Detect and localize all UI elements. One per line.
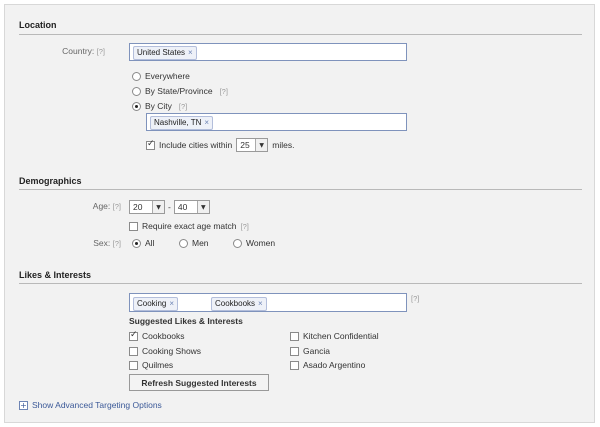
everywhere-option[interactable]: Everywhere	[132, 71, 190, 81]
include-cities-row: Include cities within 25▼ miles.	[146, 138, 294, 152]
sex-men-option[interactable]: Men	[179, 238, 209, 248]
suggested-checkbox[interactable]	[290, 346, 299, 356]
city-token-remove-icon[interactable]: ×	[204, 118, 209, 127]
interest-token: Cookbooks ×	[211, 297, 267, 311]
exact-age-checkbox[interactable]	[129, 221, 138, 231]
suggested-item[interactable]: Cookbooks	[129, 330, 185, 341]
suggested-checkbox[interactable]	[290, 360, 299, 370]
sex-women-option[interactable]: Women	[233, 238, 275, 248]
demographics-section-title: Demographics	[19, 176, 82, 186]
sex-all-option[interactable]: All	[132, 238, 154, 248]
sex-label: Sex: [?]	[93, 238, 121, 248]
miles-select[interactable]: 25 ▼	[236, 138, 269, 152]
chevron-down-icon: ▼	[255, 139, 268, 151]
suggested-checkbox[interactable]	[129, 346, 138, 356]
suggested-checkbox[interactable]	[129, 330, 138, 341]
city-input[interactable]: Nashville, TN ×	[146, 113, 407, 131]
country-token: United States ×	[133, 46, 197, 60]
exact-age-help-link[interactable]: [?]	[241, 222, 249, 231]
age-min-select[interactable]: 20 ▼	[129, 200, 165, 214]
country-label: Country: [?]	[62, 46, 105, 56]
interests-input[interactable]: Cooking × Cookbooks ×	[129, 293, 407, 312]
suggested-item[interactable]: Cooking Shows	[129, 346, 201, 356]
advanced-targeting-link[interactable]: + Show Advanced Targeting Options	[19, 400, 162, 410]
country-token-remove-icon[interactable]: ×	[188, 48, 193, 57]
location-divider	[19, 34, 582, 35]
sex-men-radio[interactable]	[179, 238, 188, 248]
country-help-link[interactable]: [?]	[97, 47, 105, 56]
sex-help-link[interactable]: [?]	[113, 239, 121, 248]
country-input[interactable]: United States ×	[129, 43, 407, 61]
everywhere-radio[interactable]	[132, 71, 141, 81]
chevron-down-icon: ▼	[196, 201, 209, 213]
interests-help-link[interactable]: [?]	[411, 294, 419, 303]
age-help-link[interactable]: [?]	[113, 202, 121, 211]
suggested-checkbox[interactable]	[129, 360, 138, 370]
sex-women-radio[interactable]	[233, 238, 242, 248]
refresh-suggested-button[interactable]: Refresh Suggested Interests	[129, 374, 269, 391]
suggested-title: Suggested Likes & Interests	[129, 316, 243, 326]
interests-section-title: Likes & Interests	[19, 270, 92, 280]
suggested-item[interactable]: Asado Argentino	[290, 360, 365, 370]
age-label: Age: [?]	[92, 201, 121, 211]
interest-token: Cooking ×	[133, 297, 179, 311]
exact-age-row: Require exact age match [?]	[129, 221, 249, 231]
by-state-option[interactable]: By State/Province [?]	[132, 86, 228, 96]
by-city-option[interactable]: By City [?]	[132, 101, 187, 111]
interest-token-remove-icon[interactable]: ×	[258, 299, 263, 308]
by-state-radio[interactable]	[132, 86, 141, 96]
include-cities-checkbox[interactable]	[146, 139, 155, 150]
sex-all-radio[interactable]	[132, 238, 141, 248]
targeting-panel: Location Country: [?] United States × Eve…	[4, 4, 595, 423]
by-state-help-link[interactable]: [?]	[220, 87, 228, 96]
location-section-title: Location	[19, 20, 57, 30]
suggested-item[interactable]: Quilmes	[129, 360, 173, 370]
age-range: 20 ▼ - 40 ▼	[129, 200, 210, 214]
suggested-item[interactable]: Gancia	[290, 346, 330, 356]
suggested-checkbox[interactable]	[290, 331, 299, 341]
plus-icon[interactable]: +	[19, 400, 28, 410]
by-city-help-link[interactable]: [?]	[179, 102, 187, 111]
city-token: Nashville, TN ×	[150, 116, 214, 130]
suggested-item[interactable]: Kitchen Confidential	[290, 331, 379, 341]
chevron-down-icon: ▼	[152, 201, 164, 213]
interests-divider	[19, 283, 582, 284]
age-max-select[interactable]: 40 ▼	[173, 200, 210, 214]
by-city-radio[interactable]	[132, 101, 141, 111]
interest-token-remove-icon[interactable]: ×	[169, 299, 174, 308]
demographics-divider	[19, 189, 582, 190]
